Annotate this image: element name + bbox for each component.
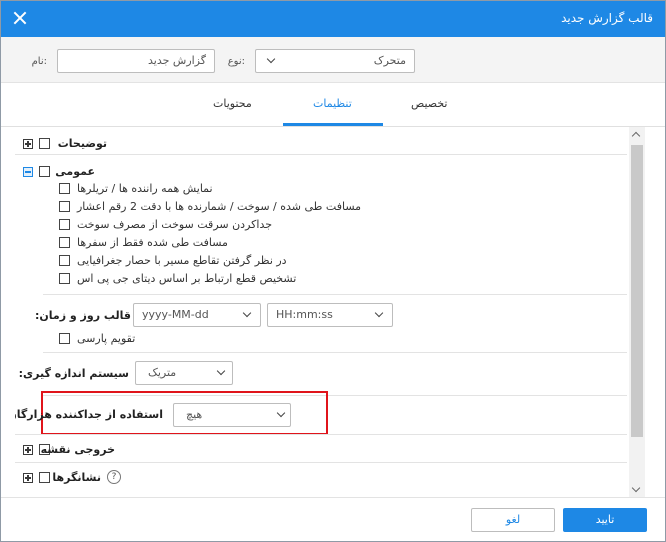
type-label: نوع:	[227, 56, 245, 67]
template-header-form: نام: گزارش جدید نوع: متحرک	[1, 37, 665, 83]
option-label: در نظر گرفتن تقاطع مسیر با حصار جغرافیای…	[77, 254, 287, 267]
ok-button[interactable]: تایید	[563, 508, 647, 532]
option-checkbox[interactable]	[59, 255, 70, 266]
expand-plus-icon[interactable]	[23, 473, 33, 483]
option-label: مسافت طی شده فقط از سفرها	[77, 236, 228, 249]
name-input[interactable]: گزارش جدید	[57, 49, 215, 73]
divider	[15, 434, 627, 435]
option-label: مسافت طی شده / سوخت / شمارنده ها با دقت …	[77, 200, 362, 213]
option-label: جداکردن سرقت سوخت از مصرف سوخت	[77, 218, 273, 231]
time-format-value: HH:mm:ss	[276, 308, 333, 321]
scroll-down-icon[interactable]	[631, 483, 641, 493]
option-checkbox[interactable]	[59, 201, 70, 212]
name-label: نام:	[31, 56, 47, 67]
thousands-separator-value: هیچ	[186, 408, 203, 421]
section-markers: نشانگرها ?	[15, 465, 641, 491]
chevron-down-icon	[242, 308, 252, 318]
option-label: نمایش همه راننده ها / تریلرها	[77, 182, 213, 195]
measurement-system-value: متریک	[148, 366, 177, 379]
section-checkbox[interactable]	[39, 138, 50, 149]
datetime-format-label: قالب روز و زمان:	[35, 309, 131, 322]
scroll-up-icon[interactable]	[631, 131, 641, 141]
settings-panel: توضیحات عمومی نمایش همه راننده ها / تریل…	[15, 127, 641, 497]
type-select-value: متحرک	[373, 54, 406, 67]
measurement-system-select[interactable]: متریک	[135, 361, 233, 385]
chevron-down-icon	[374, 308, 384, 318]
divider	[43, 352, 627, 353]
date-format-value: yyyy-MM-dd	[142, 308, 209, 321]
report-template-dialog: قالب گزارش جدید نام: گزارش جدید نوع: متح…	[0, 0, 666, 542]
active-tab-indicator	[283, 123, 383, 126]
option-checkbox[interactable]	[59, 237, 70, 248]
divider	[15, 462, 627, 463]
scrollbar-thumb[interactable]	[631, 145, 643, 437]
chevron-down-icon	[216, 366, 226, 376]
type-select[interactable]: متحرک	[255, 49, 415, 73]
tab-contents[interactable]: محتویات	[213, 97, 252, 110]
option-label: تشخیص قطع ارتباط بر اساس دیتای جی پی اس	[77, 272, 297, 285]
persian-calendar-checkbox[interactable]	[59, 333, 70, 344]
tab-allocation[interactable]: تخصیص	[411, 97, 448, 110]
name-input-value: گزارش جدید	[147, 54, 206, 67]
section-label: توضیحات	[57, 137, 107, 150]
dialog-title: قالب گزارش جدید	[561, 11, 653, 25]
thousands-separator-select[interactable]: هیچ	[173, 403, 291, 427]
tab-bar: تخصیص تنظیمات محتویات	[1, 83, 665, 127]
expand-plus-icon[interactable]	[23, 139, 33, 149]
help-icon[interactable]: ?	[107, 470, 121, 484]
collapse-minus-icon[interactable]	[23, 167, 33, 177]
cancel-button[interactable]: لغو	[471, 508, 555, 532]
option-checkbox[interactable]	[59, 219, 70, 230]
section-label: عمومی	[55, 165, 95, 178]
dialog-footer: لغو تایید	[1, 497, 665, 541]
tab-settings[interactable]: تنظیمات	[313, 97, 352, 110]
option-checkbox[interactable]	[59, 273, 70, 284]
time-format-select[interactable]: HH:mm:ss	[267, 303, 393, 327]
divider	[43, 294, 627, 295]
expand-plus-icon[interactable]	[23, 445, 33, 455]
chevron-down-icon	[276, 408, 286, 418]
date-format-select[interactable]: yyyy-MM-dd	[133, 303, 261, 327]
vertical-scrollbar[interactable]	[629, 127, 645, 497]
section-checkbox[interactable]	[39, 166, 50, 177]
dialog-titlebar: قالب گزارش جدید	[1, 1, 665, 37]
close-icon[interactable]	[9, 7, 31, 29]
persian-calendar-label: تقویم پارسی	[77, 332, 136, 345]
divider	[15, 154, 627, 155]
section-checkbox[interactable]	[39, 472, 50, 483]
measurement-system-label: سیستم اندازه گیری:	[18, 367, 129, 380]
thousands-separator-label: استفاده از جداکننده هزارگان:	[15, 408, 163, 421]
section-map-output: خروجی نقشه	[15, 437, 641, 463]
section-label: خروجی نقشه	[40, 443, 115, 456]
chevron-down-icon	[266, 54, 276, 64]
section-label: نشانگرها	[52, 471, 101, 484]
option-checkbox[interactable]	[59, 183, 70, 194]
